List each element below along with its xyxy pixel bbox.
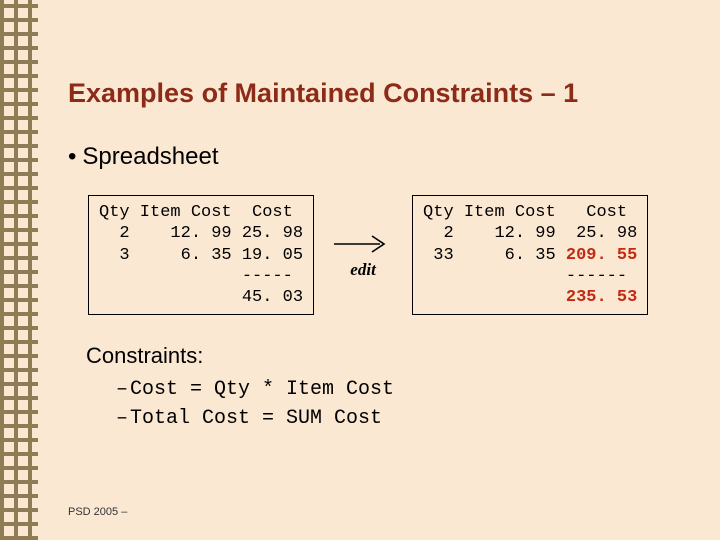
slide-title: Examples of Maintained Constraints – 1 [68,78,690,109]
sheet-header: Qty Item Cost Cost [423,203,627,222]
spreadsheet-after: Qty Item Cost Cost 2 12. 99 25. 98 33 6.… [412,195,648,315]
sheet-header: Qty Item Cost Cost [99,203,293,222]
bullet-dot-icon: • [68,143,76,171]
bullet-text: Spreadsheet [82,143,218,170]
sheet-row2-left: 33 6. 35 [423,246,566,265]
formula-2: –Total Cost = SUM Cost [116,404,690,433]
sheet-sep: ----- [99,267,293,286]
constraints-heading: Constraints: [86,343,690,369]
slide-content: Examples of Maintained Constraints – 1 •… [68,78,690,433]
sheet-total: 45. 03 [99,288,303,307]
spreadsheet-before: Qty Item Cost Cost 2 12. 99 25. 98 3 6. … [88,195,314,315]
sheet-total-changed: 235. 53 [566,288,637,307]
arrow-right-icon [332,230,394,258]
edit-label: edit [350,260,376,280]
sheet-row1: 2 12. 99 25. 98 [423,224,637,243]
sheet-row1: 2 12. 99 25. 98 [99,224,303,243]
sheet-row2: 3 6. 35 19. 05 [99,246,303,265]
edit-arrow-group: edit [332,230,394,280]
slide-footer: PSD 2005 – [68,506,127,518]
formula-1-text: Cost = Qty * Item Cost [130,378,394,401]
sheet-row2-changed: 209. 55 [566,246,637,265]
formula-2-text: Total Cost = SUM Cost [130,407,382,430]
decorative-left-border [0,0,38,540]
spreadsheet-row: Qty Item Cost Cost 2 12. 99 25. 98 3 6. … [88,195,690,315]
sheet-total-left [423,288,566,307]
formula-1: –Cost = Qty * Item Cost [116,375,690,404]
bullet-spreadsheet: •Spreadsheet [68,143,690,171]
sheet-sep: ------ [423,267,627,286]
